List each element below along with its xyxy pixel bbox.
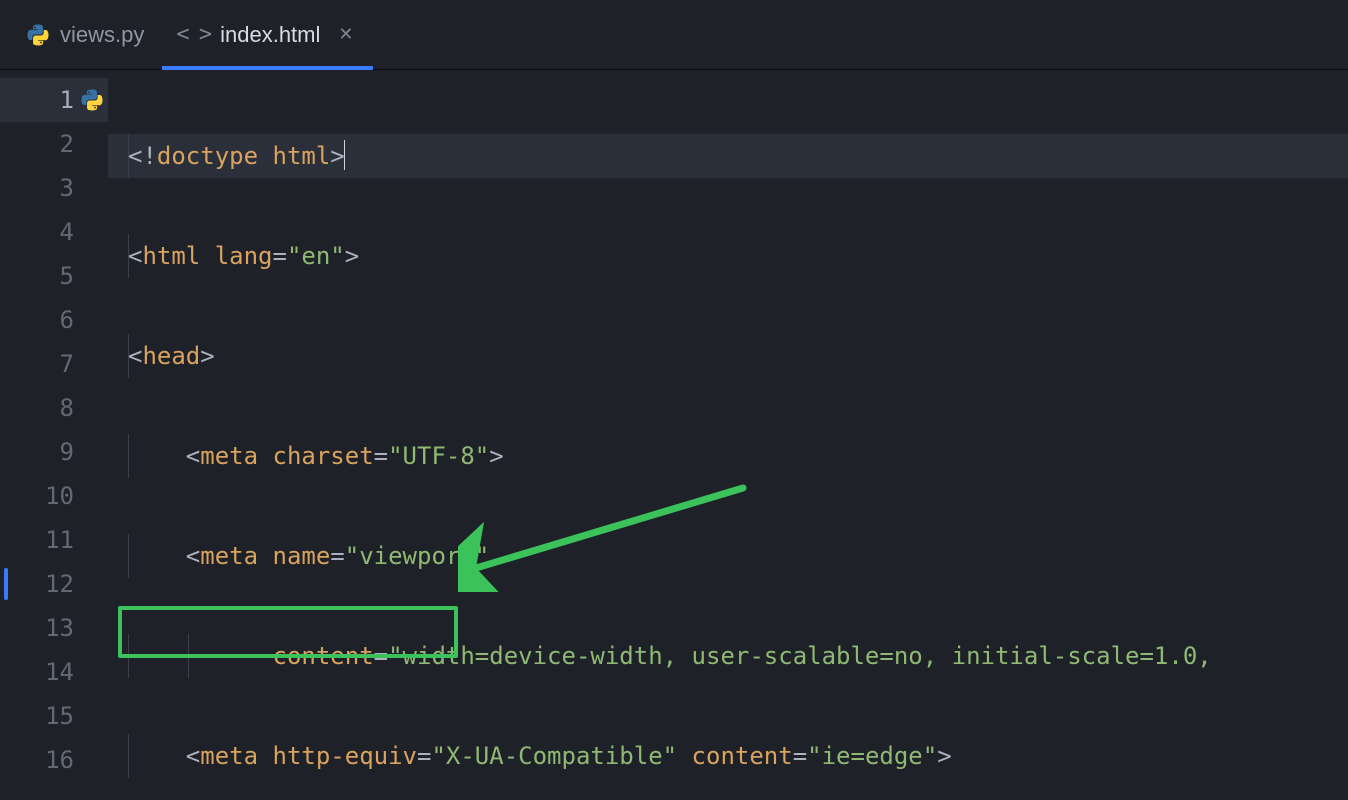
gutter-line[interactable]: 15: [0, 694, 108, 738]
gutter-line[interactable]: 7: [0, 342, 108, 386]
editor: 1 2 3 4 5 6 7 8 9 10 11 12 13 14 15 16 <…: [0, 70, 1348, 800]
gutter-line[interactable]: 3: [0, 166, 108, 210]
close-icon[interactable]: ✕: [336, 24, 355, 45]
code-line: <head>: [108, 334, 1348, 378]
python-icon: [26, 23, 50, 47]
gutter-line[interactable]: 13: [0, 606, 108, 650]
tab-index-html[interactable]: < > index.html ✕: [162, 0, 373, 69]
caret: [344, 140, 346, 170]
gutter-line[interactable]: 9: [0, 430, 108, 474]
gutter-line[interactable]: 8: [0, 386, 108, 430]
gutter-line[interactable]: 11: [0, 518, 108, 562]
gutter-line[interactable]: 4: [0, 210, 108, 254]
tab-label: index.html: [220, 22, 320, 48]
code-line: <meta name="viewport": [108, 534, 1348, 578]
gutter-line[interactable]: 6: [0, 298, 108, 342]
gutter-line[interactable]: 12: [0, 562, 108, 606]
python-icon: [80, 88, 104, 112]
code-line: <html lang="en">: [108, 234, 1348, 278]
tab-views-py[interactable]: views.py: [12, 0, 162, 69]
gutter-line[interactable]: 14: [0, 650, 108, 694]
code-area[interactable]: <!doctype html> <html lang="en"> <head> …: [108, 70, 1348, 800]
code-line: content="width=device-width, user-scalab…: [108, 634, 1348, 678]
code-icon: < >: [176, 22, 210, 47]
gutter-line[interactable]: 5: [0, 254, 108, 298]
gutter-line[interactable]: 1: [0, 78, 108, 122]
gutter: 1 2 3 4 5 6 7 8 9 10 11 12 13 14 15 16: [0, 70, 108, 800]
gutter-line[interactable]: 10: [0, 474, 108, 518]
tab-label: views.py: [60, 22, 144, 48]
code-line: <!doctype html>: [108, 134, 1348, 178]
code-line: <meta charset="UTF-8">: [108, 434, 1348, 478]
tab-bar: views.py < > index.html ✕: [0, 0, 1348, 70]
gutter-line[interactable]: 2: [0, 122, 108, 166]
gutter-line[interactable]: 16: [0, 738, 108, 782]
code-line: <meta http-equiv="X-UA-Compatible" conte…: [108, 734, 1348, 778]
modified-marker: [4, 568, 8, 600]
